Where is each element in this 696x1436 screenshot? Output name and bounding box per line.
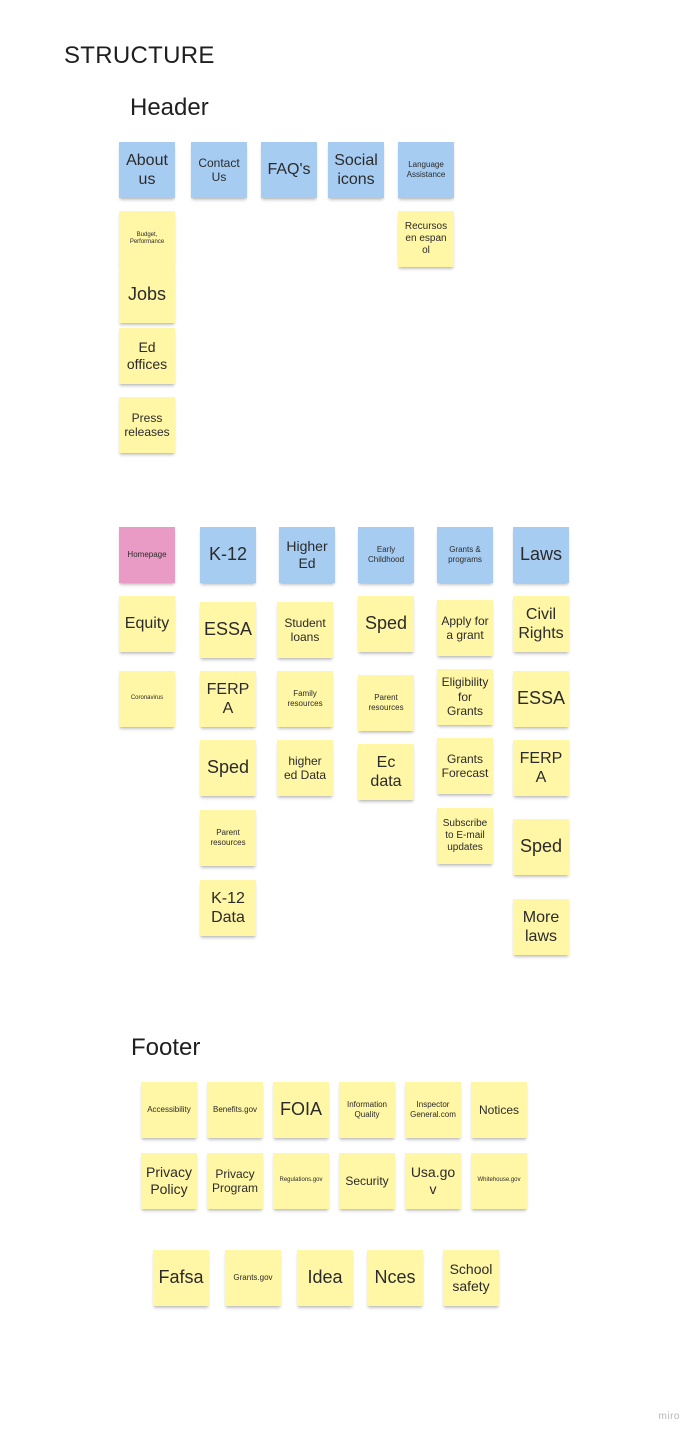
- sticky-note-regulations-gov[interactable]: Regulations.gov: [273, 1153, 329, 1209]
- sticky-note-student-loans[interactable]: Student loans: [277, 602, 333, 658]
- section-label-footer: Footer: [131, 1034, 201, 1061]
- sticky-note-recursos-espanol[interactable]: Recursos en espan ol: [398, 211, 454, 267]
- sticky-note-coronavirus[interactable]: Coronavirus: [119, 671, 175, 727]
- sticky-note-civil-rights[interactable]: Civil Rights: [513, 596, 569, 652]
- sticky-note-contact-us[interactable]: Contact Us: [191, 142, 247, 198]
- sticky-note-early-childhood[interactable]: Early Childhood: [358, 527, 414, 583]
- sticky-note-faqs[interactable]: FAQ's: [261, 142, 317, 198]
- board-title: STRUCTURE: [64, 42, 215, 69]
- sticky-note-ec-data[interactable]: Ec data: [358, 744, 414, 800]
- sticky-note-higher-ed[interactable]: Higher Ed: [279, 527, 335, 583]
- sticky-note-ec-sped[interactable]: Sped: [358, 596, 414, 652]
- sticky-note-nces[interactable]: Nces: [367, 1250, 423, 1306]
- sticky-note-higher-ed-data[interactable]: higher ed Data: [277, 740, 333, 796]
- sticky-note-laws[interactable]: Laws: [513, 527, 569, 583]
- sticky-note-k12-essa[interactable]: ESSA: [200, 602, 256, 658]
- miro-logo: miro: [658, 1411, 680, 1422]
- sticky-note-idea[interactable]: Idea: [297, 1250, 353, 1306]
- sticky-note-budget-performance[interactable]: Budget, Performance: [119, 211, 175, 267]
- sticky-note-benefits-gov[interactable]: Benefits.gov: [207, 1082, 263, 1138]
- sticky-note-laws-essa[interactable]: ESSA: [513, 671, 569, 727]
- sticky-note-laws-ferpa[interactable]: FERPA: [513, 740, 569, 796]
- sticky-note-notices[interactable]: Notices: [471, 1082, 527, 1138]
- sticky-note-usa-gov[interactable]: Usa.gov: [405, 1153, 461, 1209]
- sticky-note-equity[interactable]: Equity: [119, 596, 175, 652]
- sticky-note-grants-programs[interactable]: Grants & programs: [437, 527, 493, 583]
- sticky-note-subscribe-email[interactable]: Subscribe to E-mail updates: [437, 808, 493, 864]
- sticky-note-eligibility-grants[interactable]: Eligibility for Grants: [437, 669, 493, 725]
- sticky-note-privacy-policy[interactable]: Privacy Policy: [141, 1153, 197, 1209]
- sticky-note-apply-grant[interactable]: Apply for a grant: [437, 600, 493, 656]
- sticky-note-school-safety[interactable]: School safety: [443, 1250, 499, 1306]
- sticky-note-fafsa[interactable]: Fafsa: [153, 1250, 209, 1306]
- sticky-note-privacy-program[interactable]: Privacy Program: [207, 1153, 263, 1209]
- sticky-note-grants-gov[interactable]: Grants.gov: [225, 1250, 281, 1306]
- sticky-note-family-resources[interactable]: Family resources: [277, 671, 333, 727]
- section-label-header: Header: [130, 94, 209, 121]
- sticky-note-whitehouse-gov[interactable]: Whitehouse.gov: [471, 1153, 527, 1209]
- sticky-note-k12-parent-resources[interactable]: Parent resources: [200, 810, 256, 866]
- sticky-note-foia[interactable]: FOIA: [273, 1082, 329, 1138]
- sticky-note-jobs[interactable]: Jobs: [119, 267, 175, 323]
- sticky-note-k12-ferpa[interactable]: FERPA: [200, 671, 256, 727]
- sticky-note-laws-sped[interactable]: Sped: [513, 819, 569, 875]
- sticky-note-press-releases[interactable]: Press releases: [119, 397, 175, 453]
- sticky-note-security[interactable]: Security: [339, 1153, 395, 1209]
- sticky-note-k12-sped[interactable]: Sped: [200, 740, 256, 796]
- sticky-note-ed-offices[interactable]: Ed offices: [119, 328, 175, 384]
- sticky-note-homepage[interactable]: Homepage: [119, 527, 175, 583]
- sticky-note-k12[interactable]: K-12: [200, 527, 256, 583]
- sticky-note-inspector-general[interactable]: Inspector General.com: [405, 1082, 461, 1138]
- sticky-note-language-assistance[interactable]: Language Assistance: [398, 142, 454, 198]
- sticky-note-about-us[interactable]: About us: [119, 142, 175, 198]
- sticky-note-grants-forecast[interactable]: Grants Forecast: [437, 738, 493, 794]
- sticky-note-accessibility[interactable]: Accessibility: [141, 1082, 197, 1138]
- sticky-note-k12-data[interactable]: K-12 Data: [200, 880, 256, 936]
- sticky-note-social-icons[interactable]: Social icons: [328, 142, 384, 198]
- sticky-note-information-quality[interactable]: Information Quality: [339, 1082, 395, 1138]
- sticky-note-more-laws[interactable]: More laws: [513, 899, 569, 955]
- sticky-note-ec-parent-resources[interactable]: Parent resources: [358, 675, 414, 731]
